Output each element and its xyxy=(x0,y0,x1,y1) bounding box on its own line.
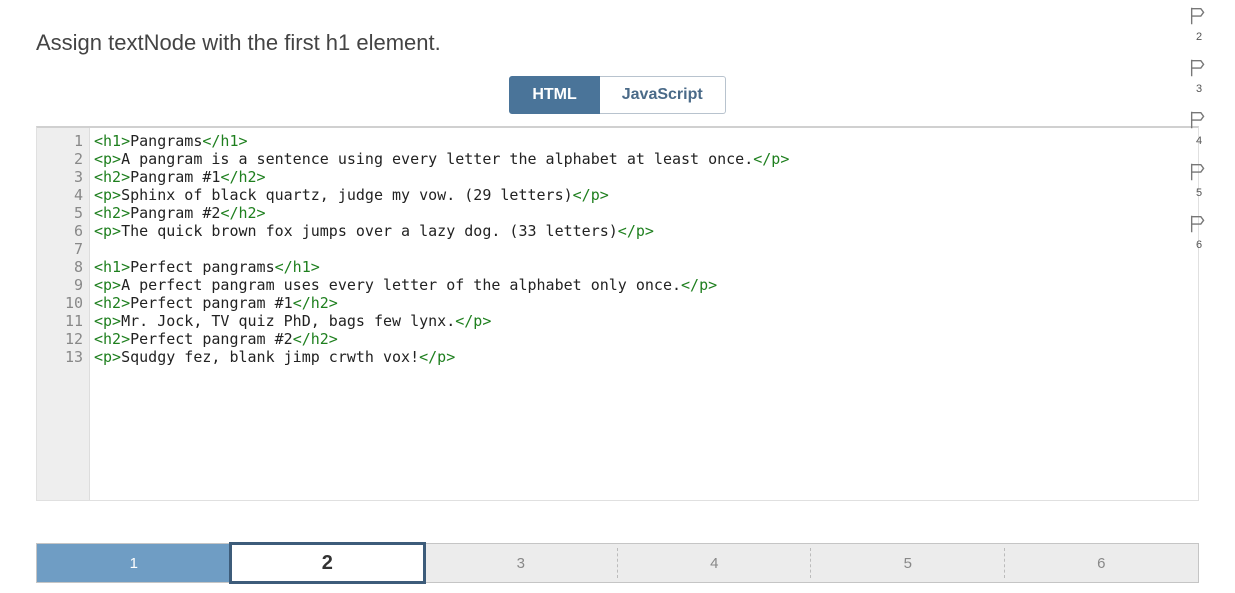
code-tag: <p> xyxy=(94,348,121,366)
flag-icon xyxy=(1188,161,1210,183)
code-tag: <h1> xyxy=(94,258,130,276)
flag-label: 2 xyxy=(1196,31,1202,43)
editor-tabs: HTML JavaScript xyxy=(0,76,1235,114)
nav-item-3[interactable]: 3 xyxy=(424,544,618,582)
code-line[interactable]: <h2>Pangram #1</h2> xyxy=(94,168,1198,186)
flag-question-2[interactable]: 2 xyxy=(1181,5,1217,43)
nav-item-4[interactable]: 4 xyxy=(618,544,812,582)
editor-gutter: 12345678910111213 xyxy=(37,128,89,500)
code-text: A perfect pangram uses every letter of t… xyxy=(121,276,681,294)
code-text: Pangrams xyxy=(130,132,202,150)
flag-label: 3 xyxy=(1196,83,1202,95)
code-tag: </h1> xyxy=(275,258,320,276)
code-tag: <p> xyxy=(94,150,121,168)
code-text: Perfect pangram #1 xyxy=(130,294,293,312)
page-root: Assign textNode with the first h1 elemen… xyxy=(0,0,1235,593)
code-tag: </h2> xyxy=(293,330,338,348)
code-text: Mr. Jock, TV quiz PhD, bags few lynx. xyxy=(121,312,455,330)
code-tag: <h2> xyxy=(94,168,130,186)
code-tag: <h1> xyxy=(94,132,130,150)
code-line[interactable]: <p>Mr. Jock, TV quiz PhD, bags few lynx.… xyxy=(94,312,1198,330)
tab-html[interactable]: HTML xyxy=(509,76,599,114)
flag-icon xyxy=(1188,57,1210,79)
flag-question-6[interactable]: 6 xyxy=(1181,213,1217,251)
code-editor[interactable]: 12345678910111213 <h1>Pangrams</h1><p>A … xyxy=(36,126,1199,501)
code-text: Perfect pangrams xyxy=(130,258,275,276)
nav-item-5[interactable]: 5 xyxy=(811,544,1005,582)
code-tag: </h2> xyxy=(220,168,265,186)
code-tag: <h2> xyxy=(94,204,130,222)
nav-item-1[interactable]: 1 xyxy=(37,544,231,582)
code-text: Pangram #1 xyxy=(130,168,220,186)
code-line[interactable]: <p>The quick brown fox jumps over a lazy… xyxy=(94,222,1198,240)
code-line[interactable]: <h2>Perfect pangram #2</h2> xyxy=(94,330,1198,348)
code-tag: </p> xyxy=(573,186,609,204)
flag-icon xyxy=(1188,5,1210,27)
flag-question-5[interactable]: 5 xyxy=(1181,161,1217,199)
flag-question-4[interactable]: 4 xyxy=(1181,109,1217,147)
code-text: Perfect pangram #2 xyxy=(130,330,293,348)
code-tag: </p> xyxy=(681,276,717,294)
code-tag: </h1> xyxy=(202,132,247,150)
tab-javascript[interactable]: JavaScript xyxy=(600,76,726,114)
code-tag: </h2> xyxy=(293,294,338,312)
code-tag: <h2> xyxy=(94,330,130,348)
flag-label: 4 xyxy=(1196,135,1202,147)
question-text: Assign textNode with the first h1 elemen… xyxy=(36,30,1235,56)
code-text: A pangram is a sentence using every lett… xyxy=(121,150,753,168)
code-tag: <h2> xyxy=(94,294,130,312)
code-tag: </p> xyxy=(618,222,654,240)
code-tag: <p> xyxy=(94,276,121,294)
code-line[interactable]: <h2>Pangram #2</h2> xyxy=(94,204,1198,222)
flag-question-3[interactable]: 3 xyxy=(1181,57,1217,95)
code-tag: </p> xyxy=(753,150,789,168)
code-line[interactable]: <p>Squdgy fez, blank jimp crwth vox!</p> xyxy=(94,348,1198,366)
editor-code-area[interactable]: <h1>Pangrams</h1><p>A pangram is a sente… xyxy=(89,128,1198,500)
code-line[interactable]: <h1>Perfect pangrams</h1> xyxy=(94,258,1198,276)
code-tag: <p> xyxy=(94,222,121,240)
flag-sidebar: 2 3 4 5 6 xyxy=(1181,5,1217,265)
code-line[interactable]: <h1>Pangrams</h1> xyxy=(94,132,1198,150)
code-text: Squdgy fez, blank jimp crwth vox! xyxy=(121,348,419,366)
code-tag: </h2> xyxy=(220,204,265,222)
code-tag: </p> xyxy=(419,348,455,366)
nav-item-6[interactable]: 6 xyxy=(1005,544,1199,582)
code-line[interactable]: <p>A perfect pangram uses every letter o… xyxy=(94,276,1198,294)
code-tag: <p> xyxy=(94,312,121,330)
code-line[interactable] xyxy=(94,240,1198,258)
code-line[interactable]: <h2>Perfect pangram #1</h2> xyxy=(94,294,1198,312)
question-nav: 123456 xyxy=(36,543,1199,583)
code-text: The quick brown fox jumps over a lazy do… xyxy=(121,222,618,240)
code-tag: <p> xyxy=(94,186,121,204)
flag-label: 5 xyxy=(1196,187,1202,199)
code-tag: </p> xyxy=(455,312,491,330)
code-text: Sphinx of black quartz, judge my vow. (2… xyxy=(121,186,573,204)
flag-icon xyxy=(1188,213,1210,235)
flag-label: 6 xyxy=(1196,239,1202,251)
code-line[interactable]: <p>Sphinx of black quartz, judge my vow.… xyxy=(94,186,1198,204)
flag-icon xyxy=(1188,109,1210,131)
code-text: Pangram #2 xyxy=(130,204,220,222)
nav-item-2[interactable]: 2 xyxy=(231,544,425,582)
code-line[interactable]: <p>A pangram is a sentence using every l… xyxy=(94,150,1198,168)
